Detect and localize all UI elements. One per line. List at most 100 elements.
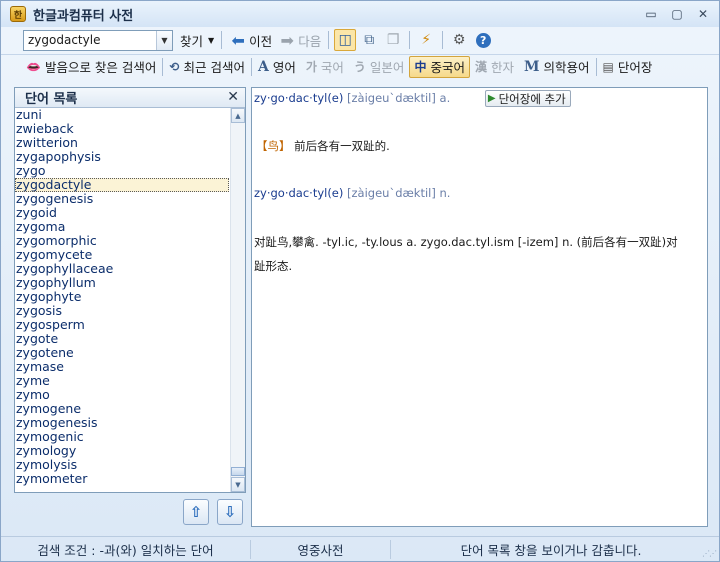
- search-dropdown-icon[interactable]: ▼: [156, 30, 172, 50]
- list-item[interactable]: zymology: [15, 444, 230, 458]
- search-input[interactable]: [24, 30, 152, 50]
- pronunciation-search-label: 발음으로 찾은 검색어: [44, 60, 157, 75]
- app-icon: 한: [10, 6, 26, 22]
- sense-line: 趾形态.: [254, 258, 292, 274]
- play-arrow-icon: ▶: [487, 93, 496, 104]
- forward-button[interactable]: ➡ 다음: [275, 29, 324, 51]
- pronunciation: [zàigeu`dæktil]: [347, 91, 436, 105]
- word-list-scrollbar[interactable]: ▲ ▼: [230, 108, 245, 492]
- list-item[interactable]: zygosis: [15, 304, 230, 318]
- list-item[interactable]: zyme: [15, 374, 230, 388]
- hanja-dict-button[interactable]: 漢 한자: [470, 56, 519, 78]
- close-button[interactable]: ✕: [693, 6, 713, 22]
- chinese-dict-button[interactable]: 中 중국어: [409, 55, 470, 78]
- entry-header: zy·go·dac·tyl(e) [zàigeu`dæktil] n.: [254, 186, 450, 200]
- toolbar-separator: [250, 57, 252, 76]
- copy-icon: ❐: [386, 32, 400, 48]
- pronunciation: [zàigeu`dæktil]: [347, 186, 436, 200]
- scroll-down-icon[interactable]: ▼: [231, 477, 245, 492]
- dictionary-window: 한 한글과컴퓨터 사전 ▭ ▢ ✕ ▼ 찾기 ▼ ⬅ 이전 ➡ 다음 ◫: [0, 0, 720, 562]
- list-item[interactable]: zygapophysis: [15, 150, 230, 164]
- scrollbar-thumb[interactable]: [231, 467, 245, 476]
- list-item[interactable]: zygophyte: [15, 290, 230, 304]
- headword: zy·go·dac·tyl(e): [254, 91, 344, 105]
- definition-panel: zy·go·dac·tyl(e) [zàigeu`dæktil] a. ▶ 단어…: [251, 87, 708, 527]
- scroll-up-icon[interactable]: ▲: [231, 108, 245, 123]
- maximize-button[interactable]: ▢: [667, 6, 687, 22]
- list-item[interactable]: zygosperm: [15, 318, 230, 332]
- list-item[interactable]: zygoid: [15, 206, 230, 220]
- list-item[interactable]: zygoma: [15, 220, 230, 234]
- list-item[interactable]: zymogenesis: [15, 416, 230, 430]
- prev-word-button[interactable]: ⇧: [183, 499, 209, 525]
- find-button[interactable]: 찾기 ▼: [177, 29, 217, 51]
- list-item[interactable]: zygophyllum: [15, 276, 230, 290]
- list-item[interactable]: zygo: [15, 164, 230, 178]
- korean-dict-button[interactable]: 가 국어: [301, 56, 349, 78]
- language-toolbar: 👄 발음으로 찾은 검색어 ⟲ 최근 검색어 A 영어 가 국어 う 일본어 中…: [1, 54, 719, 78]
- list-item[interactable]: zymolysis: [15, 458, 230, 472]
- forward-arrow-icon: ➡: [280, 30, 294, 50]
- toolbar-separator: [328, 31, 330, 49]
- list-item[interactable]: zygotene: [15, 346, 230, 360]
- minimize-button[interactable]: ▭: [641, 6, 661, 22]
- list-item[interactable]: zwitterion: [15, 136, 230, 150]
- english-dict-label: 영어: [272, 60, 296, 75]
- list-item[interactable]: zymometer: [15, 472, 230, 486]
- list-item[interactable]: zygote: [15, 332, 230, 346]
- lips-icon: 👄: [26, 59, 41, 74]
- list-item[interactable]: zymo: [15, 388, 230, 402]
- window-controls: ▭ ▢ ✕: [641, 6, 713, 22]
- help-icon: ?: [475, 32, 491, 48]
- korean-dict-label: 국어: [320, 60, 344, 75]
- list-item[interactable]: zygomorphic: [15, 234, 230, 248]
- arrow-down-icon: ⇩: [223, 503, 237, 521]
- title-bar[interactable]: 한 한글과컴퓨터 사전 ▭ ▢ ✕: [1, 1, 719, 27]
- add-to-wordbook-label: 단어장에 추가: [498, 91, 566, 106]
- arrow-up-icon: ⇧: [189, 503, 203, 521]
- headword: zy·go·dac·tyl(e): [254, 186, 344, 200]
- back-label: 이전: [249, 33, 273, 49]
- list-item[interactable]: zygophyllaceae: [15, 262, 230, 276]
- list-item[interactable]: zymogenic: [15, 430, 230, 444]
- status-bar: 검색 조건 : -과(와) 일치하는 단어 영중사전 단어 목록 창을 보이거나…: [1, 536, 719, 561]
- medical-dict-button[interactable]: M 의학용어: [519, 56, 595, 78]
- word-list[interactable]: zuni zwieback zwitterion zygapophysis zygo zy…: [15, 108, 230, 492]
- list-item[interactable]: zymogene: [15, 402, 230, 416]
- hanja-dict-label: 한자: [490, 60, 514, 75]
- english-dict-button[interactable]: A 영어: [253, 56, 301, 78]
- search-combo[interactable]: ▼: [23, 29, 173, 51]
- list-item[interactable]: zymase: [15, 360, 230, 374]
- recent-search-button[interactable]: ⟲ 최근 검색어: [164, 56, 250, 78]
- japanese-dict-button[interactable]: う 일본어: [349, 56, 410, 78]
- sense-text: 趾形态.: [254, 259, 293, 273]
- list-item[interactable]: zwieback: [15, 122, 230, 136]
- pronunciation-search-button[interactable]: 👄 발음으로 찾은 검색어: [21, 56, 161, 78]
- list-item[interactable]: zygomycete: [15, 248, 230, 262]
- wordbook-button[interactable]: ▤ 단어장: [598, 56, 658, 78]
- layout-view-button[interactable]: ◫: [334, 29, 357, 51]
- gear-icon: ⚙: [452, 32, 466, 48]
- resize-grip-icon[interactable]: ⋰⋰: [702, 549, 717, 558]
- window-mode-button[interactable]: ⧉: [358, 29, 380, 51]
- list-item[interactable]: zygogenesis: [15, 192, 230, 206]
- part-of-speech: a.: [439, 91, 451, 105]
- add-to-wordbook-button[interactable]: ▶ 단어장에 추가: [484, 90, 571, 107]
- find-label: 찾기: [180, 33, 204, 49]
- settings-button[interactable]: ⚙: [448, 29, 470, 51]
- list-item[interactable]: zygodactyle: [15, 178, 229, 192]
- list-item[interactable]: zuni: [15, 108, 230, 122]
- toolbar-separator: [409, 31, 411, 49]
- recent-icon: ⟲: [169, 59, 180, 74]
- help-button[interactable]: ?: [472, 29, 494, 51]
- window-title: 한글과컴퓨터 사전: [33, 8, 134, 24]
- close-icon[interactable]: ✕: [227, 89, 239, 105]
- toolbar-separator: [162, 57, 164, 76]
- sense-text: 对趾鸟,攀禽. -tyl.ic, -ty.lous a. zygo.dac.ty…: [254, 235, 678, 249]
- copy-button[interactable]: ❐: [382, 29, 404, 51]
- word-list-header: 단어 목록 ✕: [15, 88, 245, 108]
- quick-find-button[interactable]: ⚡: [415, 29, 437, 51]
- back-button[interactable]: ⬅ 이전: [226, 29, 275, 51]
- next-word-button[interactable]: ⇩: [217, 499, 243, 525]
- letter-m-icon: M: [524, 58, 540, 75]
